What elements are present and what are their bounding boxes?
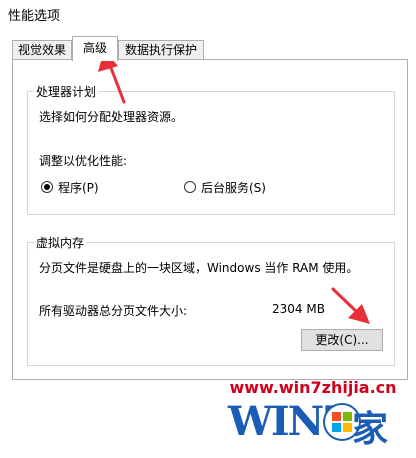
watermark-logo-suffix: 家 bbox=[352, 408, 389, 450]
tab-advanced[interactable]: 高级 bbox=[72, 36, 118, 61]
windows-logo-icon bbox=[323, 403, 361, 441]
